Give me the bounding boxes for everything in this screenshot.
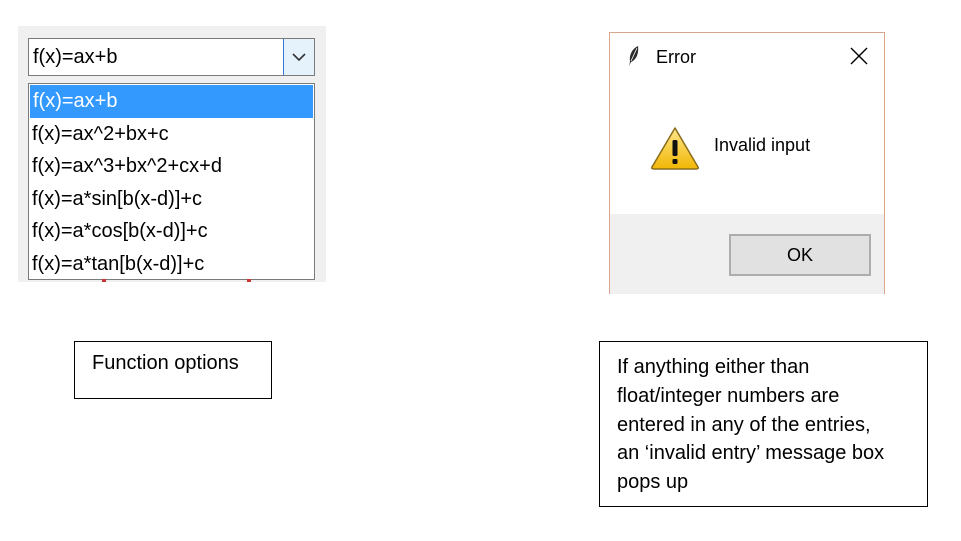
error-dialog: Error Invalid input OK — [609, 32, 885, 294]
dropdown-option[interactable]: f(x)=ax^3+bx^2+cx+d — [29, 150, 314, 183]
close-icon[interactable] — [848, 45, 870, 67]
caption-invalid-entry: If anything either than float/integer nu… — [599, 341, 928, 507]
dialog-titlebar[interactable]: Error — [610, 33, 884, 79]
caption-line: an ‘invalid entry’ message box — [617, 442, 885, 465]
dialog-footer: OK — [610, 214, 884, 294]
dropdown-option[interactable]: f(x)=ax^2+bx+c — [29, 118, 314, 151]
dropdown-option[interactable]: f(x)=ax+b — [30, 85, 313, 118]
dropdown-list: f(x)=ax+b f(x)=ax^2+bx+c f(x)=ax^3+bx^2+… — [28, 83, 315, 280]
ok-button[interactable]: OK — [729, 234, 871, 276]
caption-function-options: Function options — [74, 341, 272, 399]
underlying-widget-edge — [247, 279, 251, 282]
caption-line: entered in any of the entries, — [617, 413, 871, 436]
caption-text: Function options — [92, 352, 239, 374]
function-combobox-panel: f(x)=ax+b f(x)=ax+b f(x)=ax^2+bx+c f(x)=… — [18, 26, 326, 282]
dialog-body: Invalid input — [610, 79, 884, 213]
caption-line: pops up — [617, 471, 689, 494]
warning-icon — [651, 127, 699, 170]
dialog-message: Invalid input — [714, 135, 811, 155]
function-combobox[interactable]: f(x)=ax+b — [28, 38, 315, 76]
feather-icon — [629, 46, 639, 66]
dropdown-option[interactable]: f(x)=a*cos[b(x-d)]+c — [29, 215, 314, 248]
chevron-down-icon — [292, 52, 306, 61]
dropdown-option[interactable]: f(x)=a*sin[b(x-d)]+c — [29, 183, 314, 216]
dialog-title: Error — [656, 47, 696, 67]
dropdown-option[interactable]: f(x)=a*tan[b(x-d)]+c — [29, 248, 314, 281]
combobox-selected-value: f(x)=ax+b — [33, 46, 118, 68]
caption-line: If anything either than — [617, 356, 810, 378]
underlying-widget-edge — [102, 279, 106, 282]
dropdown-arrow-button[interactable] — [283, 39, 314, 75]
caption-line: float/integer numbers are — [617, 384, 840, 407]
